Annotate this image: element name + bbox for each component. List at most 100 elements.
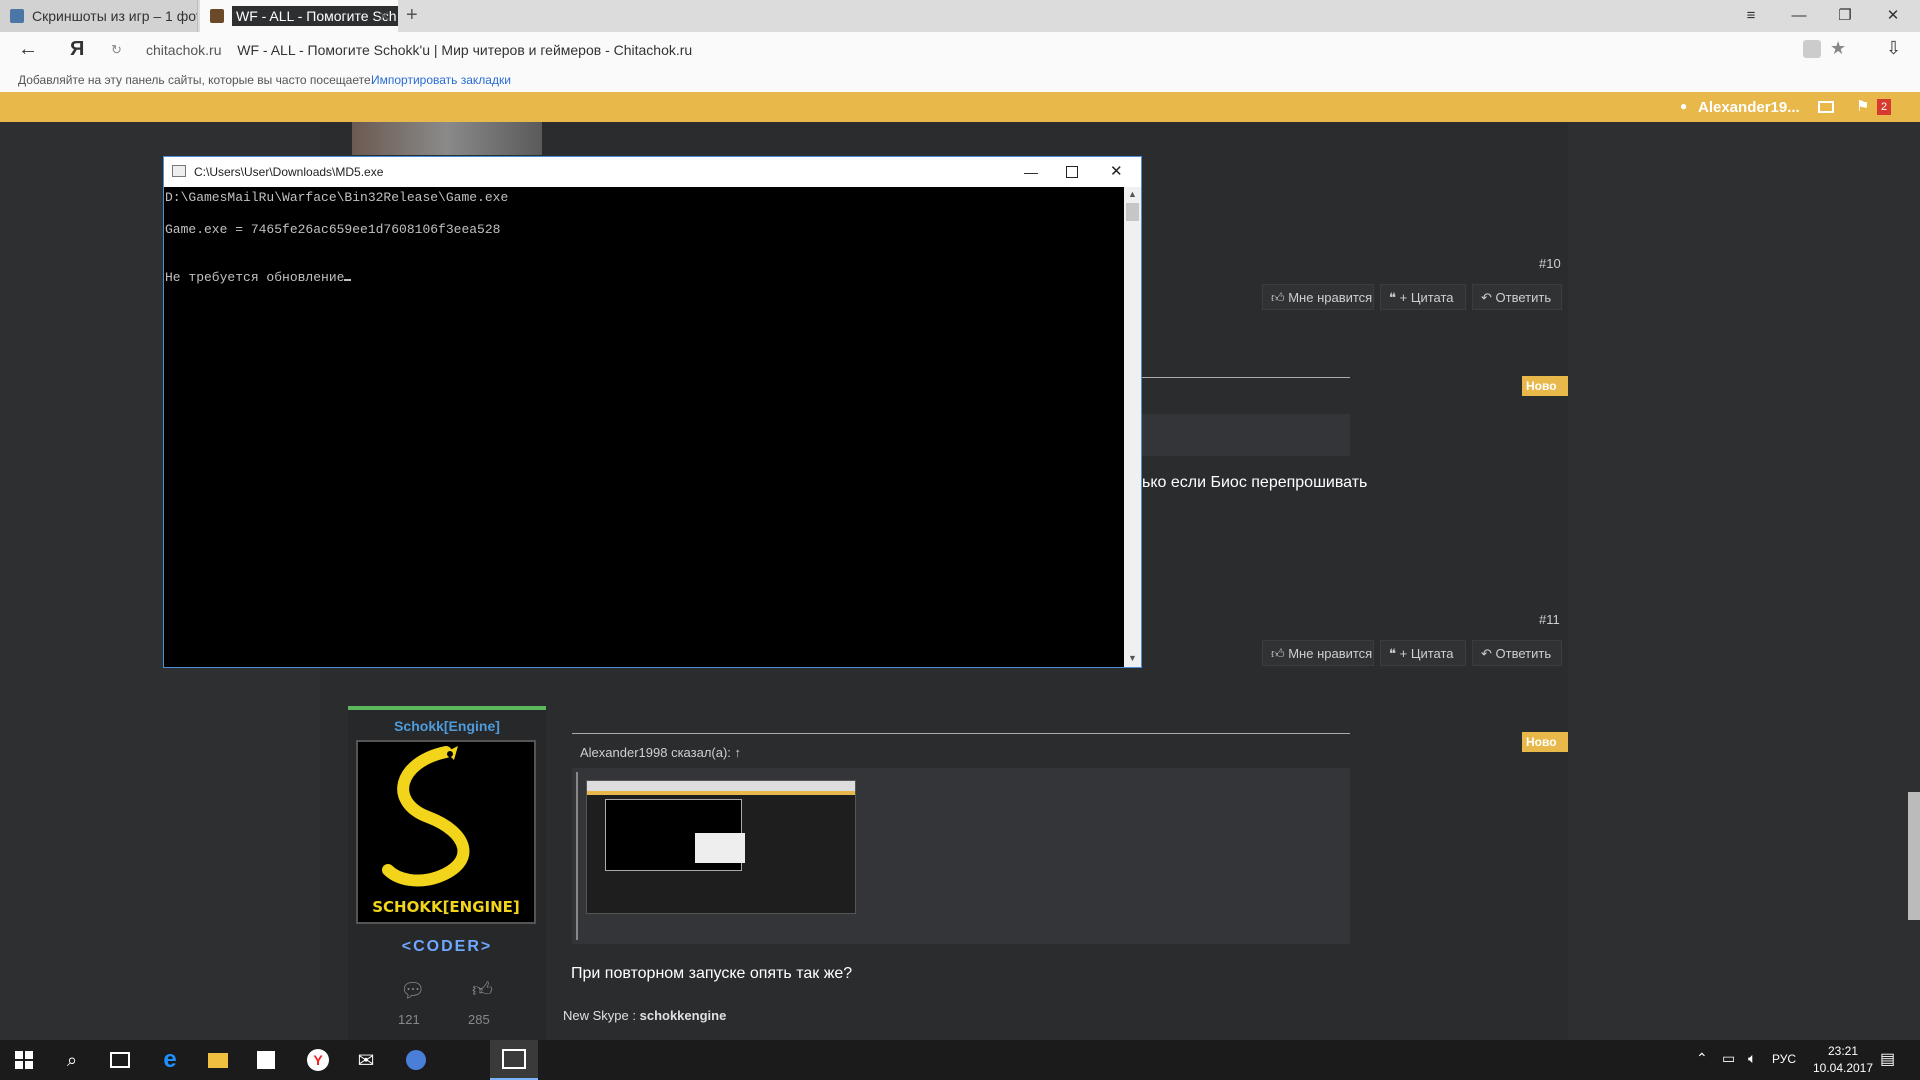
tab-chitachok[interactable]: WF - ALL - Помогите Sch ✕ bbox=[200, 0, 398, 32]
search-icon[interactable]: ⌕ bbox=[48, 1040, 96, 1080]
quote-button[interactable]: ❝ + Цитата bbox=[1380, 284, 1466, 310]
console-line-hash: Game.exe = 7465fe26ac659ee1d7608106f3eea… bbox=[165, 222, 501, 237]
edge-icon[interactable]: e bbox=[146, 1040, 194, 1080]
quote-button[interactable]: ❝ + Цитата bbox=[1380, 640, 1466, 666]
address-bar: ← Я ↻ chitachok.ru WF - ALL - Помогите S… bbox=[0, 32, 1920, 68]
quote-label: + Цитата bbox=[1399, 290, 1454, 305]
signature-value: schokkengine bbox=[639, 1008, 727, 1023]
store-icon[interactable] bbox=[242, 1040, 290, 1080]
tab-vk-screenshots[interactable]: Скриншоты из игр – 1 фото bbox=[0, 0, 198, 32]
app-moon-icon[interactable] bbox=[392, 1040, 440, 1080]
like-icon: 👍︎ bbox=[1271, 290, 1285, 305]
clock[interactable]: 23:21 10.04.2017 bbox=[1808, 1043, 1878, 1077]
post-number[interactable]: #11 bbox=[1539, 612, 1560, 627]
author-avatar[interactable]: SCHOKK[ENGINE] bbox=[356, 740, 536, 924]
console-window: C:\Users\User\Downloads\MD5.exe — ✕ D:\G… bbox=[163, 156, 1142, 668]
new-badge: Ново bbox=[1522, 376, 1568, 396]
url-field[interactable]: chitachok.ru WF - ALL - Помогите Schokk'… bbox=[146, 42, 692, 58]
close-window-button[interactable]: ✕ bbox=[1870, 0, 1916, 32]
signature-label: New Skype : bbox=[563, 1008, 636, 1023]
task-view-icon[interactable] bbox=[96, 1040, 144, 1080]
user-rank: <CODER> bbox=[401, 938, 493, 955]
new-badge: Ново bbox=[1522, 732, 1568, 752]
reload-icon[interactable]: ↻ bbox=[111, 42, 122, 58]
start-button[interactable] bbox=[0, 1040, 48, 1080]
reply-label: Ответить bbox=[1495, 646, 1552, 661]
yandex-logo[interactable]: Я bbox=[70, 38, 84, 61]
file-explorer-icon[interactable] bbox=[194, 1040, 242, 1080]
console-titlebar[interactable]: C:\Users\User\Downloads\MD5.exe — ✕ bbox=[164, 157, 1141, 187]
online-indicator-bar bbox=[348, 706, 546, 710]
browser-menu-icon[interactable]: ≡ bbox=[1728, 0, 1774, 32]
site-header: ● Alexander19... ⚑ 2 bbox=[0, 92, 1920, 122]
notifications-badge: 2 bbox=[1877, 99, 1892, 115]
reply-button[interactable]: ↶ Ответить bbox=[1472, 284, 1562, 310]
dragon-logo-icon bbox=[382, 746, 470, 887]
reply-button[interactable]: ↶ Ответить bbox=[1472, 640, 1562, 666]
console-scrollbar[interactable]: ▲ ▼ bbox=[1124, 187, 1141, 667]
quote-block bbox=[572, 768, 1350, 944]
console-title: C:\Users\User\Downloads\MD5.exe bbox=[194, 165, 384, 179]
restore-button[interactable]: ❐ bbox=[1822, 0, 1868, 32]
console-output[interactable]: D:\GamesMailRu\Warface\Bin32Release\Game… bbox=[164, 187, 1124, 667]
user-panel: Schokk[Engine] SCHOKK[ENGINE] <CODER> 💬︎… bbox=[348, 706, 546, 1040]
mail-icon[interactable] bbox=[1818, 101, 1834, 113]
console-maximize-button[interactable] bbox=[1066, 166, 1078, 178]
clock-date: 10.04.2017 bbox=[1812, 1061, 1874, 1075]
console-minimize-button[interactable]: — bbox=[1024, 157, 1038, 187]
volume-icon[interactable]: 🔈︎ bbox=[1748, 1050, 1756, 1067]
messages-count: 121 bbox=[398, 1012, 420, 1027]
network-icon[interactable]: ▭ bbox=[1722, 1050, 1735, 1067]
console-line-path: D:\GamesMailRu\Warface\Bin32Release\Game… bbox=[165, 190, 509, 205]
console-cursor bbox=[344, 279, 352, 281]
reply-label: Ответить bbox=[1495, 290, 1552, 305]
url-domain: chitachok.ru bbox=[146, 42, 222, 58]
page-scrollbar-thumb[interactable] bbox=[1908, 792, 1920, 920]
windows-logo-icon bbox=[15, 1051, 33, 1069]
avatar-caption: SCHOKK[ENGINE] bbox=[372, 898, 520, 916]
like-label: Мне нравится bbox=[1288, 290, 1373, 305]
console-taskbar-icon[interactable] bbox=[490, 1040, 538, 1080]
reply-icon: ↶ bbox=[1481, 646, 1492, 661]
post-number[interactable]: #10 bbox=[1539, 256, 1561, 271]
flag-icon[interactable]: ⚑ bbox=[1856, 97, 1869, 115]
author-name[interactable]: Schokk[Engine] bbox=[348, 718, 546, 734]
bookmarks-hint: Добавляйте на эту панель сайты, которые … bbox=[18, 73, 374, 87]
quote-label: + Цитата bbox=[1399, 646, 1454, 661]
like-label: Мне нравится bbox=[1288, 646, 1373, 661]
protect-icon[interactable] bbox=[1803, 40, 1821, 58]
scroll-down-icon[interactable]: ▼ bbox=[1128, 653, 1137, 663]
scroll-thumb[interactable] bbox=[1126, 203, 1139, 221]
tray-expand-icon[interactable]: ⌃ bbox=[1696, 1050, 1708, 1067]
scroll-up-icon[interactable]: ▲ bbox=[1128, 189, 1137, 199]
downloads-icon[interactable]: ⇩ bbox=[1886, 38, 1901, 59]
clock-time: 23:21 bbox=[1827, 1044, 1859, 1058]
like-button[interactable]: 👍︎ Мне нравится bbox=[1262, 284, 1374, 310]
quote-block bbox=[1142, 414, 1350, 456]
thumb-dialog bbox=[695, 833, 745, 863]
yandex-browser-icon[interactable]: Y bbox=[294, 1040, 342, 1080]
back-arrow-icon[interactable]: ← bbox=[18, 38, 38, 61]
bookmarks-bar: Добавляйте на эту панель сайты, которые … bbox=[0, 68, 1920, 93]
console-status-text: Не требуется обновление bbox=[165, 270, 345, 285]
quoted-screenshot-thumbnail[interactable] bbox=[586, 780, 856, 914]
import-bookmarks-link[interactable]: Импортировать закладки bbox=[371, 73, 511, 87]
input-language[interactable]: РУС bbox=[1772, 1052, 1796, 1066]
tab-label: WF - ALL - Помогите Sch bbox=[232, 6, 398, 26]
console-close-button[interactable]: ✕ bbox=[1110, 157, 1123, 187]
bookmark-star-icon[interactable]: ★ bbox=[1830, 38, 1846, 59]
close-tab-icon[interactable]: ✕ bbox=[378, 8, 390, 25]
action-center-icon[interactable]: ▤ bbox=[1880, 1049, 1895, 1069]
quote-divider bbox=[572, 733, 1350, 734]
vk-icon bbox=[10, 9, 24, 23]
mail-app-icon[interactable]: ✉ bbox=[342, 1040, 390, 1080]
new-tab-button[interactable]: + bbox=[406, 4, 418, 27]
user-icon: ● bbox=[1680, 99, 1688, 113]
username-link[interactable]: Alexander19... bbox=[1698, 99, 1800, 116]
quote-header[interactable]: Alexander1998 сказал(а): ↑ bbox=[580, 745, 741, 760]
thumb-browser-bar bbox=[587, 781, 855, 791]
site-favicon-icon bbox=[210, 9, 224, 23]
minimize-button[interactable]: — bbox=[1776, 0, 1822, 32]
quote-icon: ❝ bbox=[1389, 646, 1396, 661]
like-button[interactable]: 👍︎ Мне нравится bbox=[1262, 640, 1374, 666]
